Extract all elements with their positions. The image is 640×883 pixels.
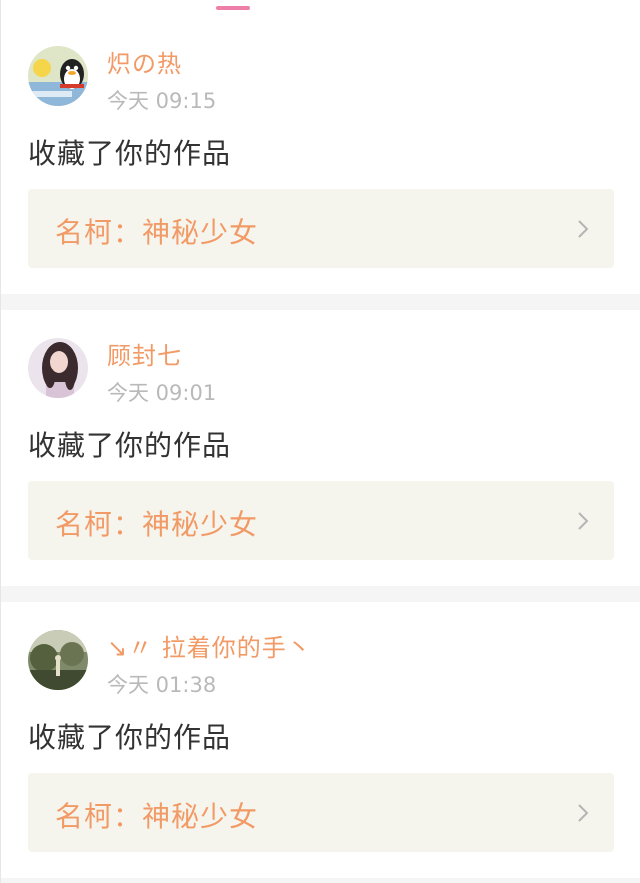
timestamp: 今天 01:38 xyxy=(107,673,217,697)
section-separator xyxy=(1,294,640,310)
chevron-right-icon xyxy=(578,220,589,238)
timestamp: 今天 09:01 xyxy=(107,381,217,405)
chevron-right-icon xyxy=(578,512,589,530)
action-text: 收藏了你的作品 xyxy=(28,137,232,170)
timestamp: 今天 09:15 xyxy=(107,89,217,113)
qq-penguin-avatar-icon[interactable] xyxy=(28,46,88,106)
username[interactable]: 炽の热 xyxy=(107,44,182,79)
work-title: 名柯：神秘少女 xyxy=(55,508,259,541)
active-tab-indicator xyxy=(216,6,250,10)
chevron-right-icon xyxy=(578,804,589,822)
work-link-button[interactable]: 名柯：神秘少女 xyxy=(28,773,614,852)
work-link-button[interactable]: 名柯：神秘少女 xyxy=(28,189,614,268)
username[interactable]: 顾封七 xyxy=(107,336,182,371)
username[interactable]: ↘〃 拉着你的手丶 xyxy=(107,628,312,663)
outdoor-scene-avatar-icon[interactable] xyxy=(28,630,88,690)
action-text: 收藏了你的作品 xyxy=(28,721,232,754)
notification-card: 顾封七 今天 09:01 收藏了你的作品 名柯：神秘少女 xyxy=(1,338,640,616)
notification-list-page: 炽の热 今天 09:15 收藏了你的作品 名柯：神秘少女 顾封七 今天 09:0… xyxy=(0,0,640,883)
notification-card: 炽の热 今天 09:15 收藏了你的作品 名柯：神秘少女 xyxy=(1,46,640,324)
section-separator xyxy=(1,878,640,883)
work-title: 名柯：神秘少女 xyxy=(55,800,259,833)
notification-card: ↘〃 拉着你的手丶 今天 01:38 收藏了你的作品 名柯：神秘少女 xyxy=(1,630,640,883)
action-text: 收藏了你的作品 xyxy=(28,429,232,462)
section-separator xyxy=(1,586,640,602)
work-link-button[interactable]: 名柯：神秘少女 xyxy=(28,481,614,560)
girl-portrait-avatar-icon[interactable] xyxy=(28,338,88,398)
work-title: 名柯：神秘少女 xyxy=(55,216,259,249)
